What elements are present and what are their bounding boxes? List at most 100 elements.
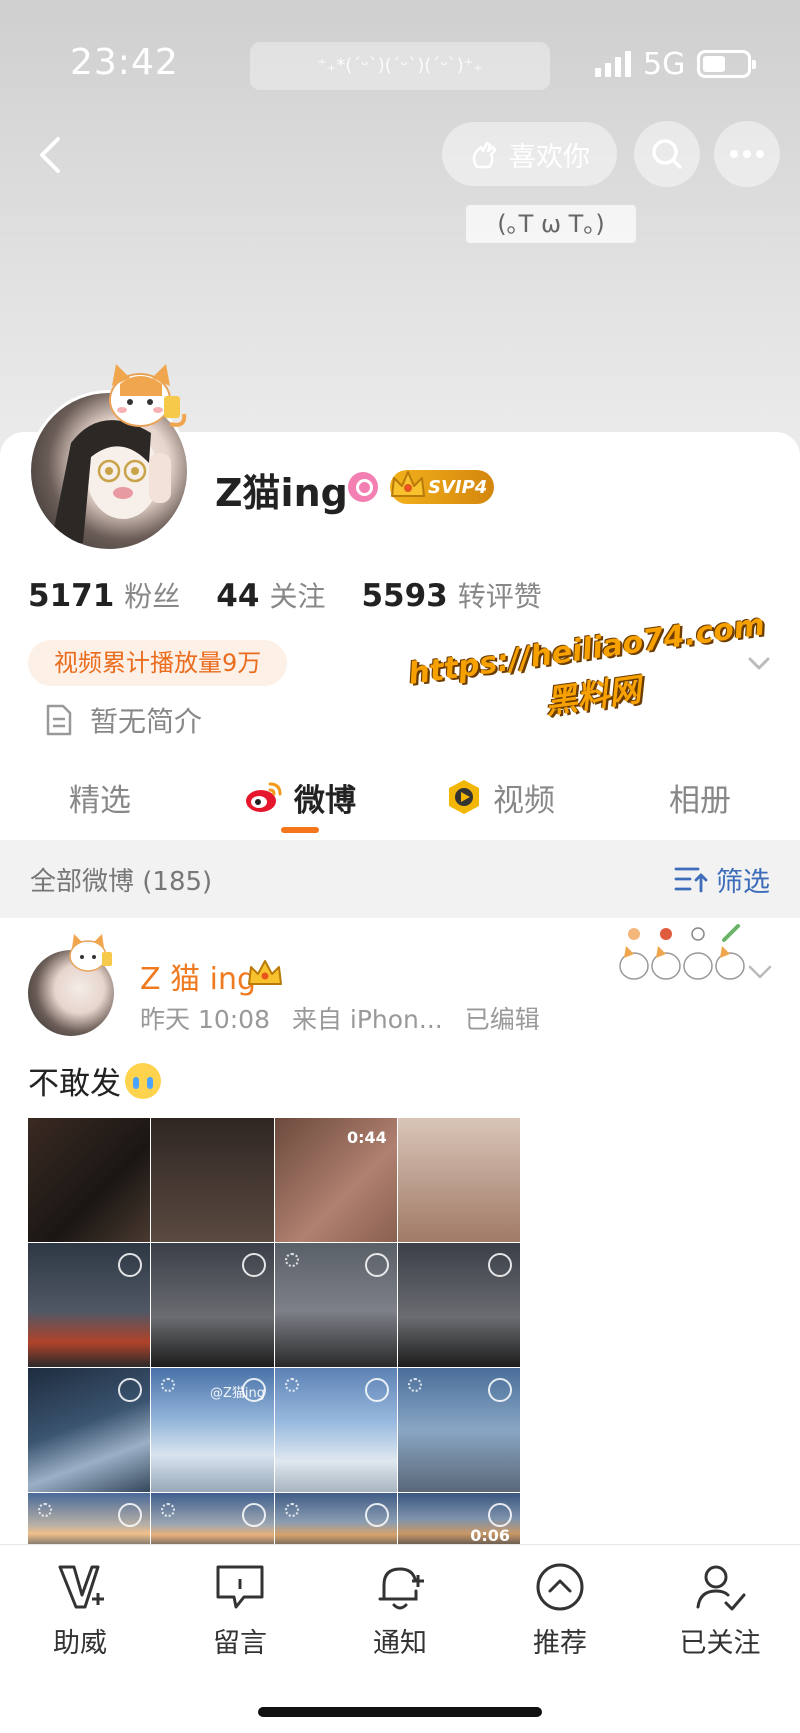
filter-label: 筛选 <box>716 866 770 898</box>
verified-pink-icon[interactable] <box>348 472 378 502</box>
status-indicators: 5G <box>595 44 757 84</box>
message-label: 留言 <box>213 1628 267 1659</box>
media-watermark: @Z猫ing <box>210 1386 266 1401</box>
select-circle-icon[interactable] <box>118 1253 143 1277</box>
search-icon <box>652 139 682 169</box>
bell-plus-icon <box>378 1567 424 1610</box>
bio-row[interactable]: 暂无简介 <box>44 700 202 740</box>
network-label: 5G <box>643 46 686 82</box>
followers-label: 粉丝 <box>124 580 181 613</box>
message-button[interactable]: 留言 <box>160 1559 320 1660</box>
search-button[interactable] <box>634 121 700 187</box>
media-thumbnail[interactable] <box>274 1368 397 1492</box>
media-thumbnail[interactable] <box>151 1493 274 1548</box>
live-photo-icon <box>161 1378 176 1392</box>
media-thumbnail[interactable] <box>28 1368 151 1492</box>
media-thumbnail[interactable] <box>28 1243 151 1367</box>
select-circle-icon[interactable] <box>241 1253 266 1277</box>
media-thumbnail[interactable] <box>28 1493 151 1548</box>
post-time: 昨天 10:08 <box>140 1005 270 1034</box>
up-arrow-circle-icon <box>536 1563 584 1611</box>
post-card[interactable]: Z 猫 ing 昨天 10:08 来自 iPhon... 已编辑 不敢发 0:4… <box>0 918 800 1548</box>
user-check-icon <box>696 1565 746 1611</box>
battery-icon <box>697 50 757 78</box>
filter-button[interactable]: 筛选 <box>674 860 770 899</box>
tab-featured[interactable]: 精选 <box>0 755 200 839</box>
tab-album[interactable]: 相册 <box>600 755 800 839</box>
crying-emoji-icon <box>125 1062 161 1099</box>
tab-video[interactable]: 视频 <box>400 755 600 839</box>
cheer-label: 助威 <box>53 1628 107 1659</box>
interactions-stat[interactable]: 5593 转评赞 <box>361 575 541 615</box>
media-thumbnail[interactable] <box>397 1118 520 1242</box>
select-circle-icon[interactable] <box>488 1503 512 1527</box>
more-dots-icon <box>730 150 764 158</box>
select-circle-icon[interactable] <box>364 1503 389 1527</box>
chevron-down-icon[interactable] <box>746 962 774 982</box>
active-tab-indicator <box>281 827 319 833</box>
like-you-label: 喜欢你 <box>509 141 590 173</box>
media-thumbnail[interactable] <box>397 1243 520 1367</box>
media-thumbnail[interactable] <box>274 1243 397 1367</box>
notify-label: 通知 <box>373 1628 427 1659</box>
post-edited: 已编辑 <box>464 1005 540 1034</box>
tab-video-label: 视频 <box>493 782 555 819</box>
tab-featured-label: 精选 <box>69 782 131 819</box>
following-button[interactable]: 已关注 <box>640 1559 800 1660</box>
tab-weibo-label: 微博 <box>294 782 356 819</box>
interactions-label: 转评赞 <box>457 580 542 613</box>
profile-stats: 5171 粉丝 44 关注 5593 转评赞 <box>28 575 542 615</box>
select-circle-icon[interactable] <box>118 1503 143 1527</box>
more-button[interactable] <box>714 121 780 187</box>
recommend-button[interactable]: 推荐 <box>480 1559 640 1660</box>
live-photo-icon <box>284 1253 299 1267</box>
select-circle-icon[interactable] <box>364 1253 389 1277</box>
post-author[interactable]: Z 猫 ing <box>140 954 256 998</box>
signal-icon <box>595 51 631 77</box>
cheer-button[interactable]: 助威 <box>0 1559 160 1660</box>
bio-text: 暂无简介 <box>90 705 203 738</box>
back-button[interactable] <box>20 125 80 185</box>
post-text: 不敢发 <box>28 1058 161 1103</box>
document-icon <box>46 704 72 736</box>
media-thumbnail[interactable] <box>274 1493 397 1548</box>
profile-tabs: 精选 微博 视频 相册 <box>0 755 800 839</box>
followers-stat[interactable]: 5171 粉丝 <box>28 575 180 615</box>
cat-decoration-icon <box>619 924 745 980</box>
v-plus-icon <box>58 1565 104 1609</box>
select-circle-icon[interactable] <box>488 1378 512 1402</box>
following-label: 关注 <box>269 580 326 613</box>
chevron-left-icon <box>40 137 60 173</box>
filter-bar: 全部微博 (185) 筛选 <box>0 840 800 918</box>
message-icon <box>216 1565 264 1609</box>
media-thumbnail[interactable]: 0:44 <box>274 1118 397 1242</box>
video-plays-badge[interactable]: 视频累计播放量9万 <box>28 640 288 686</box>
live-photo-icon <box>284 1503 299 1517</box>
bottom-action-bar: 助威 留言 通知 推荐 已关注 <box>0 1544 800 1733</box>
media-thumbnail[interactable]: 0:06 <box>397 1493 520 1548</box>
following-label: 已关注 <box>679 1628 761 1659</box>
notify-button[interactable]: 通知 <box>320 1559 480 1660</box>
media-thumbnail[interactable] <box>397 1368 520 1492</box>
username: Z猫ing <box>215 471 348 515</box>
select-circle-icon[interactable] <box>241 1503 266 1527</box>
following-stat[interactable]: 44 关注 <box>216 575 325 615</box>
tab-weibo[interactable]: 微博 <box>200 755 400 839</box>
post-text-content: 不敢发 <box>28 1066 121 1102</box>
media-thumbnail[interactable] <box>28 1118 151 1242</box>
select-circle-icon[interactable] <box>364 1378 389 1402</box>
post-media-grid: 0:44 0:06 <box>28 1118 520 1548</box>
select-circle-icon[interactable] <box>118 1378 143 1402</box>
home-indicator[interactable] <box>258 1707 542 1717</box>
select-circle-icon[interactable] <box>488 1253 512 1277</box>
interactions-count: 5593 <box>361 578 448 614</box>
live-photo-icon <box>38 1503 52 1517</box>
video-duration: 0:06 <box>470 1526 510 1545</box>
post-meta: 昨天 10:08 来自 iPhon... 已编辑 <box>140 1000 554 1036</box>
video-duration: 0:44 <box>346 1128 387 1147</box>
media-thumbnail[interactable] <box>151 1243 274 1367</box>
hand-heart-icon <box>472 141 497 169</box>
like-you-button[interactable]: 喜欢你 <box>442 122 617 186</box>
recommend-label: 推荐 <box>533 1628 587 1659</box>
media-thumbnail[interactable] <box>151 1118 274 1242</box>
